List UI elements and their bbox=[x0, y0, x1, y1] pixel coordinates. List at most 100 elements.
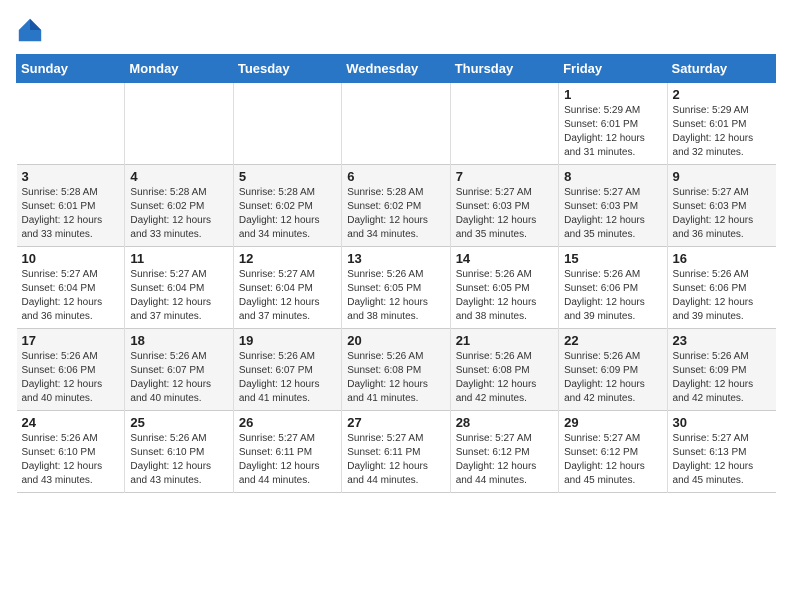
day-info: Sunrise: 5:27 AM Sunset: 6:11 PM Dayligh… bbox=[239, 432, 336, 488]
calendar-week-1: 1 Sunrise: 5:29 AM Sunset: 6:01 PM Daylig… bbox=[17, 83, 776, 165]
day-number: 22 bbox=[564, 333, 661, 348]
day-number: 20 bbox=[347, 333, 444, 348]
logo-icon bbox=[16, 16, 44, 44]
day-info: Sunrise: 5:26 AM Sunset: 6:06 PM Dayligh… bbox=[564, 268, 661, 324]
day-number: 28 bbox=[456, 415, 553, 430]
page-header bbox=[16, 16, 776, 44]
day-info: Sunrise: 5:26 AM Sunset: 6:05 PM Dayligh… bbox=[456, 268, 553, 324]
day-info: Sunrise: 5:27 AM Sunset: 6:03 PM Dayligh… bbox=[564, 186, 661, 242]
calendar-cell: 9 Sunrise: 5:27 AM Sunset: 6:03 PM Daylig… bbox=[667, 165, 775, 247]
calendar-cell: 12 Sunrise: 5:27 AM Sunset: 6:04 PM Dayli… bbox=[233, 247, 341, 329]
day-number: 4 bbox=[130, 169, 227, 184]
calendar-week-3: 10 Sunrise: 5:27 AM Sunset: 6:04 PM Dayli… bbox=[17, 247, 776, 329]
day-info: Sunrise: 5:29 AM Sunset: 6:01 PM Dayligh… bbox=[673, 104, 771, 160]
calendar-cell: 11 Sunrise: 5:27 AM Sunset: 6:04 PM Dayli… bbox=[125, 247, 233, 329]
day-number: 26 bbox=[239, 415, 336, 430]
day-info: Sunrise: 5:28 AM Sunset: 6:02 PM Dayligh… bbox=[130, 186, 227, 242]
calendar-week-5: 24Sunrise: 5:26 AM Sunset: 6:10 PM Dayli… bbox=[17, 411, 776, 493]
col-header-thursday: Thursday bbox=[450, 55, 558, 83]
day-number: 5 bbox=[239, 169, 336, 184]
calendar-cell: 3 Sunrise: 5:28 AM Sunset: 6:01 PM Daylig… bbox=[17, 165, 125, 247]
day-number: 3 bbox=[22, 169, 120, 184]
calendar-week-2: 3 Sunrise: 5:28 AM Sunset: 6:01 PM Daylig… bbox=[17, 165, 776, 247]
day-number: 12 bbox=[239, 251, 336, 266]
calendar-cell: 16Sunrise: 5:26 AM Sunset: 6:06 PM Dayli… bbox=[667, 247, 775, 329]
col-header-tuesday: Tuesday bbox=[233, 55, 341, 83]
calendar-cell: 8 Sunrise: 5:27 AM Sunset: 6:03 PM Daylig… bbox=[559, 165, 667, 247]
day-info: Sunrise: 5:26 AM Sunset: 6:07 PM Dayligh… bbox=[239, 350, 336, 406]
calendar-cell bbox=[450, 83, 558, 165]
day-number: 8 bbox=[564, 169, 661, 184]
day-number: 14 bbox=[456, 251, 553, 266]
day-info: Sunrise: 5:28 AM Sunset: 6:01 PM Dayligh… bbox=[22, 186, 120, 242]
day-info: Sunrise: 5:28 AM Sunset: 6:02 PM Dayligh… bbox=[347, 186, 444, 242]
calendar-cell: 18 Sunrise: 5:26 AM Sunset: 6:07 PM Dayli… bbox=[125, 329, 233, 411]
day-number: 11 bbox=[130, 251, 227, 266]
day-info: Sunrise: 5:26 AM Sunset: 6:09 PM Dayligh… bbox=[564, 350, 661, 406]
day-info: Sunrise: 5:27 AM Sunset: 6:03 PM Dayligh… bbox=[673, 186, 771, 242]
day-number: 25 bbox=[130, 415, 227, 430]
calendar-cell: 20 Sunrise: 5:26 AM Sunset: 6:08 PM Dayli… bbox=[342, 329, 450, 411]
day-info: Sunrise: 5:27 AM Sunset: 6:04 PM Dayligh… bbox=[130, 268, 227, 324]
day-number: 6 bbox=[347, 169, 444, 184]
day-info: Sunrise: 5:26 AM Sunset: 6:10 PM Dayligh… bbox=[22, 432, 120, 488]
calendar-cell: 28Sunrise: 5:27 AM Sunset: 6:12 PM Dayli… bbox=[450, 411, 558, 493]
day-info: Sunrise: 5:26 AM Sunset: 6:08 PM Dayligh… bbox=[456, 350, 553, 406]
col-header-sunday: Sunday bbox=[17, 55, 125, 83]
col-header-saturday: Saturday bbox=[667, 55, 775, 83]
day-info: Sunrise: 5:28 AM Sunset: 6:02 PM Dayligh… bbox=[239, 186, 336, 242]
calendar-cell: 10 Sunrise: 5:27 AM Sunset: 6:04 PM Dayli… bbox=[17, 247, 125, 329]
calendar-cell: 22 Sunrise: 5:26 AM Sunset: 6:09 PM Dayli… bbox=[559, 329, 667, 411]
day-info: Sunrise: 5:26 AM Sunset: 6:06 PM Dayligh… bbox=[673, 268, 771, 324]
calendar-cell bbox=[125, 83, 233, 165]
calendar-week-4: 17 Sunrise: 5:26 AM Sunset: 6:06 PM Dayli… bbox=[17, 329, 776, 411]
calendar-cell: 24Sunrise: 5:26 AM Sunset: 6:10 PM Dayli… bbox=[17, 411, 125, 493]
day-info: Sunrise: 5:27 AM Sunset: 6:11 PM Dayligh… bbox=[347, 432, 444, 488]
day-number: 29 bbox=[564, 415, 661, 430]
day-info: Sunrise: 5:27 AM Sunset: 6:04 PM Dayligh… bbox=[239, 268, 336, 324]
day-number: 19 bbox=[239, 333, 336, 348]
day-number: 15 bbox=[564, 251, 661, 266]
day-number: 17 bbox=[22, 333, 120, 348]
col-header-friday: Friday bbox=[559, 55, 667, 83]
col-header-wednesday: Wednesday bbox=[342, 55, 450, 83]
calendar-cell: 1 Sunrise: 5:29 AM Sunset: 6:01 PM Daylig… bbox=[559, 83, 667, 165]
logo bbox=[16, 16, 48, 44]
day-number: 23 bbox=[673, 333, 771, 348]
day-number: 10 bbox=[22, 251, 120, 266]
day-number: 18 bbox=[130, 333, 227, 348]
day-number: 2 bbox=[673, 87, 771, 102]
day-info: Sunrise: 5:27 AM Sunset: 6:13 PM Dayligh… bbox=[673, 432, 771, 488]
calendar-cell: 27 Sunrise: 5:27 AM Sunset: 6:11 PM Dayli… bbox=[342, 411, 450, 493]
calendar-cell: 7Sunrise: 5:27 AM Sunset: 6:03 PM Daylig… bbox=[450, 165, 558, 247]
calendar-cell bbox=[233, 83, 341, 165]
day-info: Sunrise: 5:27 AM Sunset: 6:12 PM Dayligh… bbox=[564, 432, 661, 488]
day-info: Sunrise: 5:27 AM Sunset: 6:04 PM Dayligh… bbox=[22, 268, 120, 324]
calendar-cell: 14 Sunrise: 5:26 AM Sunset: 6:05 PM Dayli… bbox=[450, 247, 558, 329]
calendar-cell: 26 Sunrise: 5:27 AM Sunset: 6:11 PM Dayli… bbox=[233, 411, 341, 493]
calendar-cell: 4 Sunrise: 5:28 AM Sunset: 6:02 PM Daylig… bbox=[125, 165, 233, 247]
day-info: Sunrise: 5:26 AM Sunset: 6:10 PM Dayligh… bbox=[130, 432, 227, 488]
calendar-cell: 29 Sunrise: 5:27 AM Sunset: 6:12 PM Dayli… bbox=[559, 411, 667, 493]
calendar-cell: 21 Sunrise: 5:26 AM Sunset: 6:08 PM Dayli… bbox=[450, 329, 558, 411]
col-header-monday: Monday bbox=[125, 55, 233, 83]
calendar-cell: 13Sunrise: 5:26 AM Sunset: 6:05 PM Dayli… bbox=[342, 247, 450, 329]
calendar-cell bbox=[17, 83, 125, 165]
day-info: Sunrise: 5:26 AM Sunset: 6:08 PM Dayligh… bbox=[347, 350, 444, 406]
day-number: 13 bbox=[347, 251, 444, 266]
day-info: Sunrise: 5:26 AM Sunset: 6:07 PM Dayligh… bbox=[130, 350, 227, 406]
calendar-cell: 30Sunrise: 5:27 AM Sunset: 6:13 PM Dayli… bbox=[667, 411, 775, 493]
calendar-cell: 6 Sunrise: 5:28 AM Sunset: 6:02 PM Daylig… bbox=[342, 165, 450, 247]
day-number: 1 bbox=[564, 87, 661, 102]
calendar-cell: 19 Sunrise: 5:26 AM Sunset: 6:07 PM Dayli… bbox=[233, 329, 341, 411]
day-number: 21 bbox=[456, 333, 553, 348]
calendar-cell: 17 Sunrise: 5:26 AM Sunset: 6:06 PM Dayli… bbox=[17, 329, 125, 411]
day-info: Sunrise: 5:29 AM Sunset: 6:01 PM Dayligh… bbox=[564, 104, 661, 160]
calendar-cell bbox=[342, 83, 450, 165]
calendar-cell: 5 Sunrise: 5:28 AM Sunset: 6:02 PM Daylig… bbox=[233, 165, 341, 247]
day-info: Sunrise: 5:26 AM Sunset: 6:06 PM Dayligh… bbox=[22, 350, 120, 406]
day-number: 27 bbox=[347, 415, 444, 430]
calendar-cell: 2 Sunrise: 5:29 AM Sunset: 6:01 PM Daylig… bbox=[667, 83, 775, 165]
calendar-cell: 15 Sunrise: 5:26 AM Sunset: 6:06 PM Dayli… bbox=[559, 247, 667, 329]
day-number: 9 bbox=[673, 169, 771, 184]
